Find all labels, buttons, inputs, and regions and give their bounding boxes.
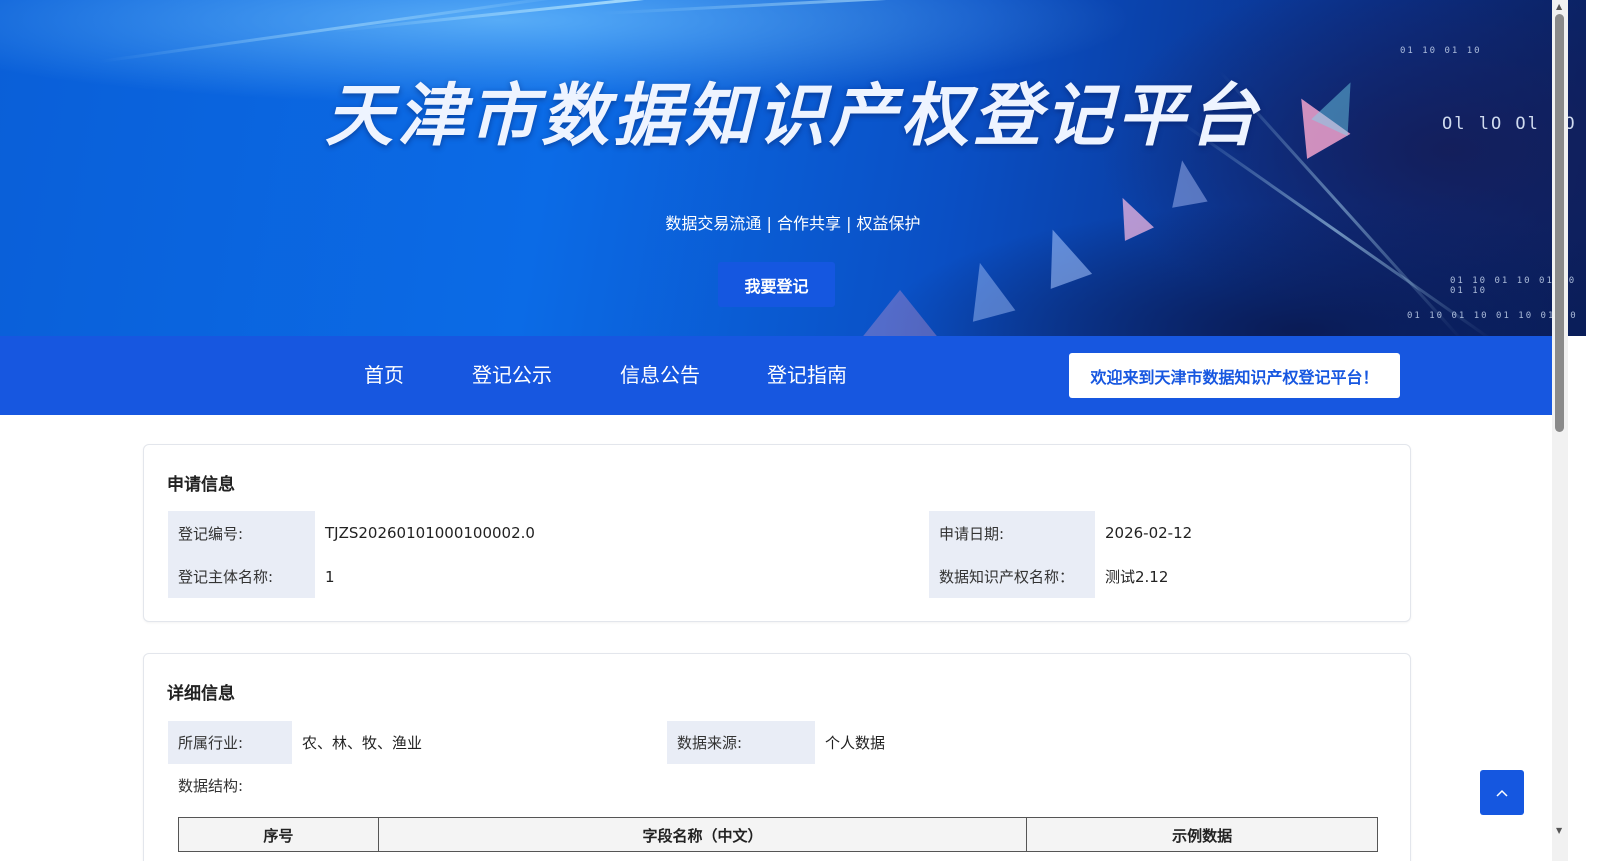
table-header-index: 序号 [178, 817, 379, 852]
triangle-shape [958, 257, 1016, 322]
scroll-up-arrow-icon[interactable]: ▲ [1556, 2, 1562, 11]
reg-no-label: 登记编号: [168, 511, 315, 555]
nav-item-registration-notice[interactable]: 登记公示 [472, 336, 552, 415]
data-structure-table: 序号 字段名称（中文） 示例数据 [178, 817, 1378, 852]
register-button[interactable]: 我要登记 [718, 262, 835, 307]
scroll-down-arrow-icon[interactable]: ▼ [1556, 826, 1562, 835]
nav-item-guide[interactable]: 登记指南 [767, 336, 847, 415]
welcome-message: 欢迎来到天津市数据知识产权登记平台！ [1069, 353, 1400, 398]
nav-item-home[interactable]: 首页 [364, 336, 404, 415]
source-value: 个人数据 [825, 734, 886, 752]
table-header-field-name: 字段名称（中文） [377, 817, 1028, 852]
back-to-top-button[interactable] [1480, 770, 1524, 815]
triangle-shape [1164, 157, 1208, 208]
reg-no-value: TJZS20260101000100002.0 [325, 524, 535, 542]
subject-label: 登记主体名称: [168, 555, 315, 598]
detail-info-card: 详细信息 所属行业: 农、林、牧、渔业 数据来源: 个人数据 数据结构: 序号 … [143, 653, 1411, 861]
ip-name-label: 数据知识产权名称： [929, 555, 1095, 598]
ip-name-value: 测试2.12 [1105, 568, 1169, 586]
site-title: 天津市数据知识产权登记平台 [324, 77, 1261, 156]
site-subtitle: 数据交易流通 | 合作共享 | 权益保护 [665, 214, 921, 233]
table-header-sample: 示例数据 [1026, 817, 1378, 852]
binary-decoration: 01 10 01 10 [1400, 46, 1482, 56]
subject-value: 1 [325, 567, 335, 586]
hero-banner: 01 10 01 10 Ol lO Ol lO 01 10 01 10 01 1… [0, 0, 1586, 336]
triangle-shape [860, 290, 940, 336]
main-nav: 首页 登记公示 信息公告 登记指南 欢迎来到天津市数据知识产权登记平台！ [0, 336, 1555, 415]
chevron-up-icon [1496, 789, 1508, 797]
page-scrollbar[interactable]: ▲ ▼ [1552, 0, 1568, 861]
light-streak [599, 0, 1200, 15]
scroll-thumb[interactable] [1555, 14, 1564, 432]
card-title: 申请信息 [167, 475, 235, 495]
card-title: 详细信息 [167, 684, 235, 704]
light-streak [329, 0, 1027, 33]
source-label: 数据来源: [667, 721, 815, 764]
apply-date-value: 2026-02-12 [1105, 524, 1193, 542]
industry-label: 所属行业: [168, 721, 292, 764]
nav-item-announcements[interactable]: 信息公告 [620, 336, 700, 415]
application-info-card: 申请信息 登记编号: TJZS20260101000100002.0 申请日期:… [143, 444, 1411, 622]
apply-date-label: 申请日期: [929, 511, 1095, 555]
structure-label: 数据结构: [178, 777, 244, 795]
industry-value: 农、林、牧、渔业 [302, 734, 423, 752]
